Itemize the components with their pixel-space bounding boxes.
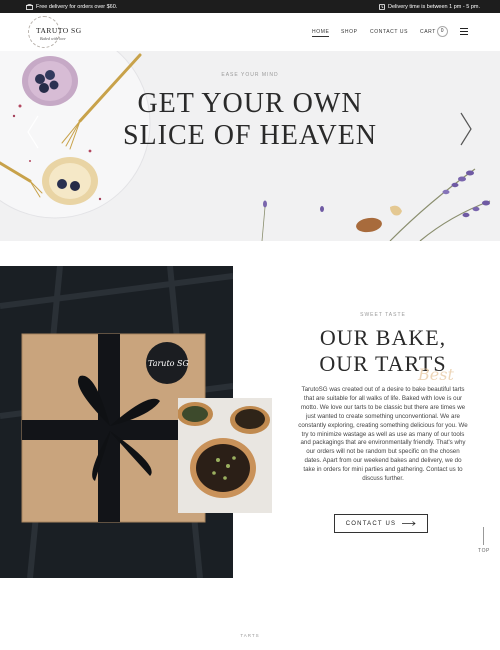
hero-eyebrow: EASE YOUR MIND [221, 72, 279, 78]
clock-icon [378, 3, 385, 10]
nav-contact-us[interactable]: CONTACT US [370, 29, 408, 35]
back-to-top-line [483, 527, 484, 545]
hamburger-menu-icon[interactable] [460, 28, 468, 35]
contact-us-button[interactable]: CONTACT US [334, 514, 428, 533]
tarts-inset-illustration [178, 398, 272, 513]
almond [356, 217, 382, 233]
logo-name: TARUTO SG [36, 26, 82, 35]
free-delivery-text: Free delivery for orders over $60. [36, 3, 118, 10]
site-logo[interactable]: TARUTO SG Baked with love [28, 16, 81, 48]
delivery-time-text: Delivery time is between 1 pm - 5 pm. [387, 3, 480, 10]
back-to-top-label: TOP [478, 548, 490, 554]
delivery-box-icon [26, 3, 33, 10]
section-eyebrow: SWEET TASTE [360, 312, 406, 318]
arrow-right-icon [402, 521, 416, 526]
section-heading-line1: OUR BAKE, [319, 325, 447, 350]
hero-headline-line2: SLICE OF HEAVEN [122, 120, 378, 151]
logo-tagline: Baked with love [40, 36, 66, 41]
hero-banner: EASE YOUR MIND GET YOUR OWN SLICE OF HEA… [0, 51, 500, 241]
nav-home[interactable]: HOME [312, 29, 330, 37]
announcement-bar: Free delivery for orders over $60. Deliv… [0, 0, 500, 13]
contact-us-button-label: CONTACT US [345, 520, 397, 527]
script-accent-word: Best [418, 365, 454, 384]
about-paragraph: TarutoSG was created out of a desire to … [298, 386, 468, 483]
nav-cart[interactable]: CART [420, 29, 436, 35]
delivery-time-notice: Delivery time is between 1 pm - 5 pm. [378, 3, 480, 10]
free-delivery-notice: Free delivery for orders over $60. [26, 3, 118, 10]
cashew [390, 205, 402, 216]
next-slide-chevron-icon[interactable] [460, 112, 472, 146]
box-sticker-label: Taruto SG [148, 359, 189, 368]
tarts-inset-photo [178, 398, 272, 513]
hero-headline-line1: GET YOUR OWN [137, 88, 363, 119]
back-to-top-link[interactable]: TOP [476, 527, 492, 559]
site-header: TARUTO SG Baked with love HOME SHOP CONT… [0, 13, 500, 51]
tarts-section-eyebrow: TARTS [240, 633, 260, 638]
previous-slide-chevron-icon[interactable] [27, 115, 39, 149]
cart-count-badge[interactable]: 0 [437, 26, 448, 37]
nav-shop[interactable]: SHOP [341, 29, 358, 35]
